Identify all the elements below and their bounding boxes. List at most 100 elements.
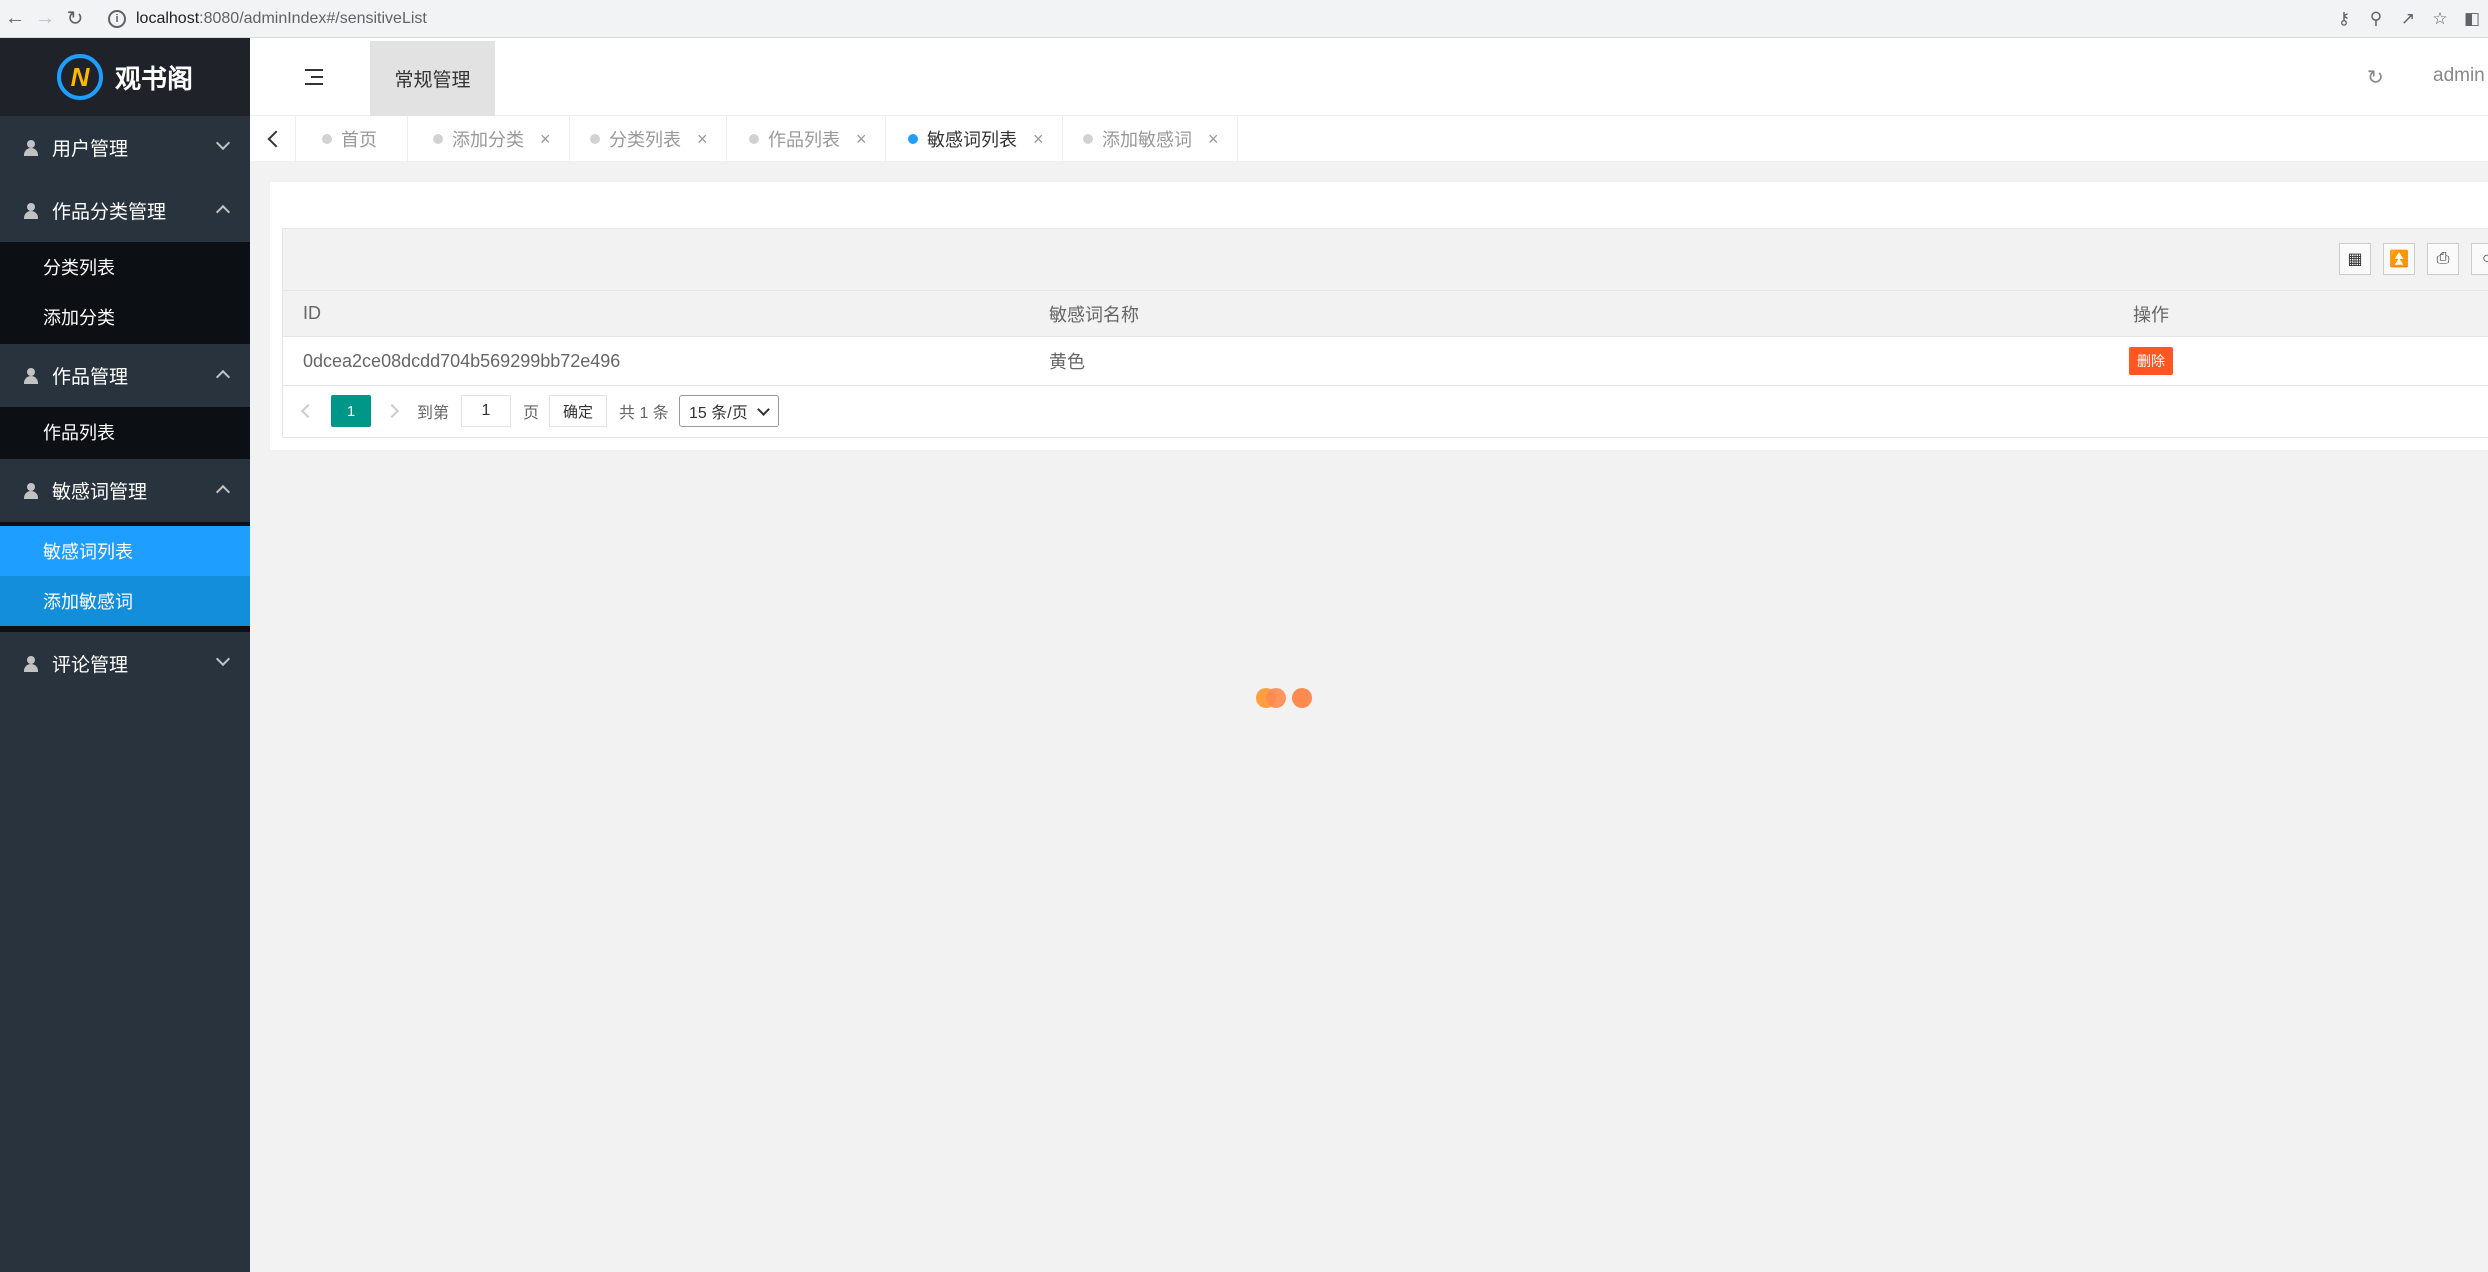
logo[interactable]: N 观书阁 [0,38,250,116]
tab-sensitive-list[interactable]: 敏感词列表 × [908,116,1063,162]
chevron-up-icon [215,484,231,500]
tab-dot [749,134,759,144]
page-size-select[interactable]: 15 条/页 [679,395,779,427]
column-header-action: 操作 [2133,304,2169,325]
tab-dot [322,134,332,144]
sidebar-item-category-list[interactable]: 分类列表 [0,242,250,292]
total-count: 共 1 条 [619,405,669,422]
goto-page-input[interactable]: 1 [461,395,511,427]
menu-label: 敏感词管理 [52,482,148,503]
zoom-icon[interactable]: ⚲ [2360,9,2392,29]
sidebar-item-add-category[interactable]: 添加分类 [0,292,250,342]
pagination: 1 到第 1 页 确定 共 1 条 15 条/页 [283,386,2488,436]
user-icon [24,202,38,219]
menu-toggle-icon[interactable] [305,69,323,85]
submenu: 分类列表 添加分类 [0,242,250,344]
user-icon [24,655,38,672]
browser-toolbar: ← → ↻ i localhost:8080/adminIndex#/sensi… [0,0,2488,38]
tab-label: 敏感词列表 [927,130,1017,150]
menu-category-management[interactable]: 作品分类管理 [0,179,250,242]
sidebar-item-add-sensitive[interactable]: 添加敏感词 [0,576,250,626]
search-icon[interactable]: ○ [2471,243,2488,275]
table-toolbar: ▦ ⏫ ⎙ ○ [283,229,2488,291]
delete-button[interactable]: 删除 [2129,347,2173,375]
submenu: 敏感词列表 添加敏感词 [0,522,250,632]
menu-label: 作品分类管理 [52,202,167,223]
sidebar: N 观书阁 用户管理 作品分类管理 分类列表 添加分类 作品管理 作品列表 敏感… [0,38,250,1272]
menu-label: 评论管理 [52,655,129,676]
close-icon[interactable]: × [856,129,867,150]
close-icon[interactable]: × [540,129,551,150]
loading-spinner [1254,686,1314,710]
menu-label: 用户管理 [52,139,129,160]
url-path: :8080/adminIndex#/sensitiveList [199,9,427,27]
menu-group-categories: 作品分类管理 分类列表 添加分类 [0,179,250,344]
print-icon[interactable]: ⎙ [2427,243,2459,275]
tab-dot [590,134,600,144]
menu-works-management[interactable]: 作品管理 [0,344,250,407]
tab-category-list[interactable]: 分类列表 × [590,116,727,162]
chevron-down-icon [215,651,231,667]
tab-home[interactable]: 首页 [322,116,408,162]
tab-bar: 首页 添加分类 × 分类列表 × 作品列表 × 敏感词列表 × 添加敏感词 × [250,116,2488,162]
user-icon [24,139,38,156]
refresh-icon[interactable]: ↻ [2367,65,2384,90]
key-icon[interactable]: ⚷ [2328,9,2360,29]
menu-user-management[interactable]: 用户管理 [0,116,250,179]
top-header: 常规管理 ↻ admin [250,38,2488,116]
sidebar-item-sensitive-list[interactable]: 敏感词列表 [0,526,250,576]
menu-group-sensitive: 敏感词管理 敏感词列表 添加敏感词 [0,459,250,632]
logo-icon: N [56,54,103,100]
table-row: 0dcea2ce08dcdd704b569299bb72e496 黄色 删除 [283,337,2488,386]
side-panel-icon[interactable]: ◧ [2456,9,2488,29]
tab-dot [908,134,918,144]
columns-filter-icon[interactable]: ▦ [2339,243,2371,275]
close-icon[interactable]: × [1033,129,1044,150]
close-icon[interactable]: × [697,129,708,150]
tab-label: 添加敏感词 [1102,130,1192,150]
tab-works-list[interactable]: 作品列表 × [749,116,886,162]
site-info-icon[interactable]: i [108,9,126,28]
user-menu[interactable]: admin [2433,65,2485,87]
export-icon[interactable]: ⏫ [2383,243,2415,275]
cell-name: 黄色 [1049,352,1085,372]
column-header-name: 敏感词名称 [1049,304,1139,325]
menu-group-users: 用户管理 [0,116,250,179]
tab-add-category[interactable]: 添加分类 × [433,116,570,162]
chevron-up-icon [215,369,231,385]
page-1-button[interactable]: 1 [331,395,371,427]
loader-dot [1266,688,1286,708]
next-page-icon[interactable] [384,395,400,427]
tab-label: 分类列表 [609,130,681,150]
cell-id: 0dcea2ce08dcdd704b569299bb72e496 [303,350,621,371]
share-icon[interactable]: ↗ [2392,9,2424,29]
logo-text: 观书阁 [114,63,193,94]
prev-page-icon[interactable] [300,395,316,427]
back-icon[interactable]: ← [0,0,30,38]
page-unit-label: 页 [523,405,540,422]
menu-comment-management[interactable]: 评论管理 [0,632,250,695]
forward-icon[interactable]: → [30,0,60,38]
tab-add-sensitive[interactable]: 添加敏感词 × [1083,116,1238,162]
content-panel: ▦ ⏫ ⎙ ○ ID 敏感词名称 操作 0dcea2ce08dcdd704b56… [270,182,2488,450]
top-nav-general[interactable]: 常规管理 [370,41,495,116]
menu-label: 作品管理 [52,367,129,388]
close-icon[interactable]: × [1208,129,1219,150]
reload-icon[interactable]: ↻ [60,0,90,38]
loader-dot [1292,688,1312,708]
sidebar-item-works-list[interactable]: 作品列表 [0,407,250,457]
user-icon [24,367,38,384]
tab-dot [433,134,443,144]
column-header-id: ID [303,303,321,323]
menu-sensitive-management[interactable]: 敏感词管理 [0,459,250,522]
goto-confirm-button[interactable]: 确定 [549,395,607,427]
tab-scroll-left-icon[interactable] [250,116,296,162]
bookmark-star-icon[interactable]: ☆ [2424,9,2456,29]
address-bar[interactable]: i localhost:8080/adminIndex#/sensitiveLi… [108,0,427,38]
submenu: 作品列表 [0,407,250,459]
tab-dot [1083,134,1093,144]
menu-group-works: 作品管理 作品列表 [0,344,250,459]
table-header: ID 敏感词名称 操作 [283,291,2488,337]
goto-label: 到第 [417,405,450,422]
chevron-up-icon [215,204,231,220]
